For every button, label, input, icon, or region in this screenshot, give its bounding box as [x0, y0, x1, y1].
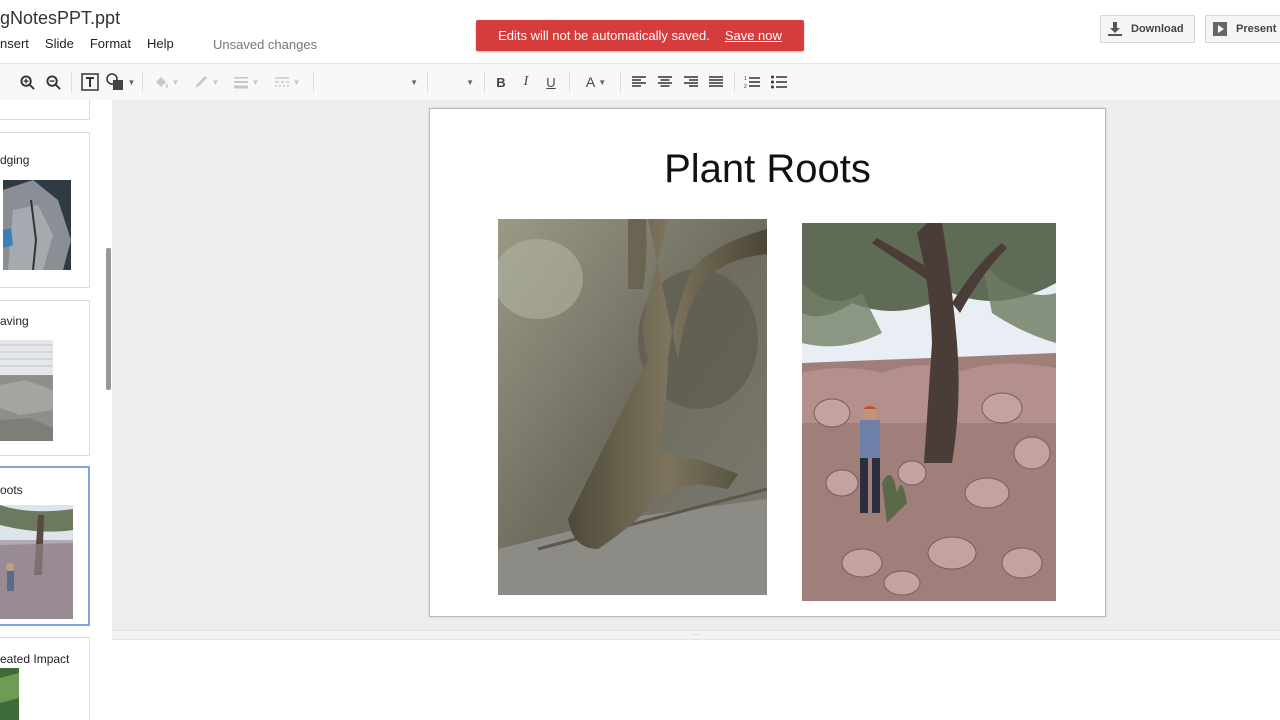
- align-center-icon[interactable]: [656, 64, 674, 100]
- fill-color-icon[interactable]: ▼: [150, 64, 182, 100]
- slide-canvas[interactable]: Plant Roots: [429, 108, 1106, 617]
- document-title[interactable]: gNotesPPT.ppt: [0, 8, 120, 29]
- numbered-list-icon[interactable]: 12: [743, 64, 761, 100]
- font-family-dropdown[interactable]: ▼: [318, 64, 418, 100]
- filmstrip-scrollbar[interactable]: [106, 248, 111, 390]
- thumbnail-image: [0, 505, 73, 619]
- present-icon: [1213, 22, 1227, 36]
- notes-resize-handle[interactable]: ···: [112, 630, 1280, 640]
- menu-bar: nsert Slide Format Help: [0, 36, 174, 54]
- slide-thumbnail[interactable]: dging: [0, 132, 90, 288]
- download-button[interactable]: Download: [1100, 15, 1195, 43]
- download-label: Download: [1131, 23, 1184, 35]
- line-dash-icon[interactable]: ▼: [270, 64, 304, 100]
- slide-filmstrip[interactable]: dging aving oots eated Impact: [0, 100, 113, 720]
- menu-format[interactable]: Format: [90, 36, 131, 54]
- align-left-icon[interactable]: [630, 64, 648, 100]
- banner-message: Edits will not be automatically saved.: [498, 28, 710, 43]
- menu-help[interactable]: Help: [147, 36, 174, 54]
- menu-slide[interactable]: Slide: [45, 36, 74, 54]
- slide-thumbnail-label: aving: [0, 314, 29, 328]
- slide-thumbnail[interactable]: aving: [0, 300, 90, 456]
- text-color-button[interactable]: A ▼: [580, 64, 612, 100]
- thumbnail-image: [0, 340, 53, 441]
- line-weight-icon[interactable]: ▼: [229, 64, 263, 100]
- align-right-icon[interactable]: [682, 64, 700, 100]
- unsaved-status: Unsaved changes: [213, 37, 318, 52]
- autosave-warning-banner: Edits will not be automatically saved. S…: [476, 20, 804, 51]
- svg-text:1: 1: [744, 76, 747, 82]
- svg-text:2: 2: [744, 84, 747, 89]
- text-color-icon: A: [585, 74, 596, 90]
- zoom-out-icon[interactable]: [43, 64, 63, 100]
- font-size-dropdown[interactable]: ▼: [432, 64, 474, 100]
- save-now-link[interactable]: Save now: [725, 28, 782, 43]
- shape-icon[interactable]: ▼: [104, 64, 136, 100]
- justify-icon[interactable]: [707, 64, 725, 100]
- slide-thumbnail-label: dging: [0, 153, 30, 167]
- present-label: Present: [1236, 23, 1277, 35]
- present-button[interactable]: Present: [1205, 15, 1280, 43]
- slide-thumbnail[interactable]: [0, 100, 90, 120]
- thumbnail-image: [3, 180, 71, 270]
- slide-thumbnail-label: eated Impact: [0, 652, 70, 666]
- slide-thumbnail[interactable]: eated Impact: [0, 637, 90, 720]
- tree-with-person-photo[interactable]: [802, 223, 1056, 601]
- formatting-toolbar: ▼ ▼ ▼ ▼ ▼ ▼ ▼ B I U A ▼ 1 2: [0, 63, 1280, 101]
- bulleted-list-icon[interactable]: [770, 64, 788, 100]
- slide-thumbnail-label: oots: [0, 483, 23, 497]
- tree-root-photo[interactable]: [498, 219, 767, 595]
- slide-title[interactable]: Plant Roots: [430, 147, 1105, 192]
- italic-button[interactable]: I: [517, 64, 535, 100]
- line-color-icon[interactable]: ▼: [190, 64, 222, 100]
- speaker-notes-area[interactable]: [112, 640, 1280, 720]
- thumbnail-image: [0, 668, 19, 720]
- slide-thumbnail-selected[interactable]: oots: [0, 466, 90, 626]
- bold-button[interactable]: B: [492, 64, 510, 100]
- download-icon: [1108, 22, 1122, 36]
- underline-button[interactable]: U: [542, 64, 560, 100]
- text-box-icon[interactable]: [80, 64, 100, 100]
- menu-insert[interactable]: nsert: [0, 36, 29, 54]
- zoom-in-icon[interactable]: [17, 64, 37, 100]
